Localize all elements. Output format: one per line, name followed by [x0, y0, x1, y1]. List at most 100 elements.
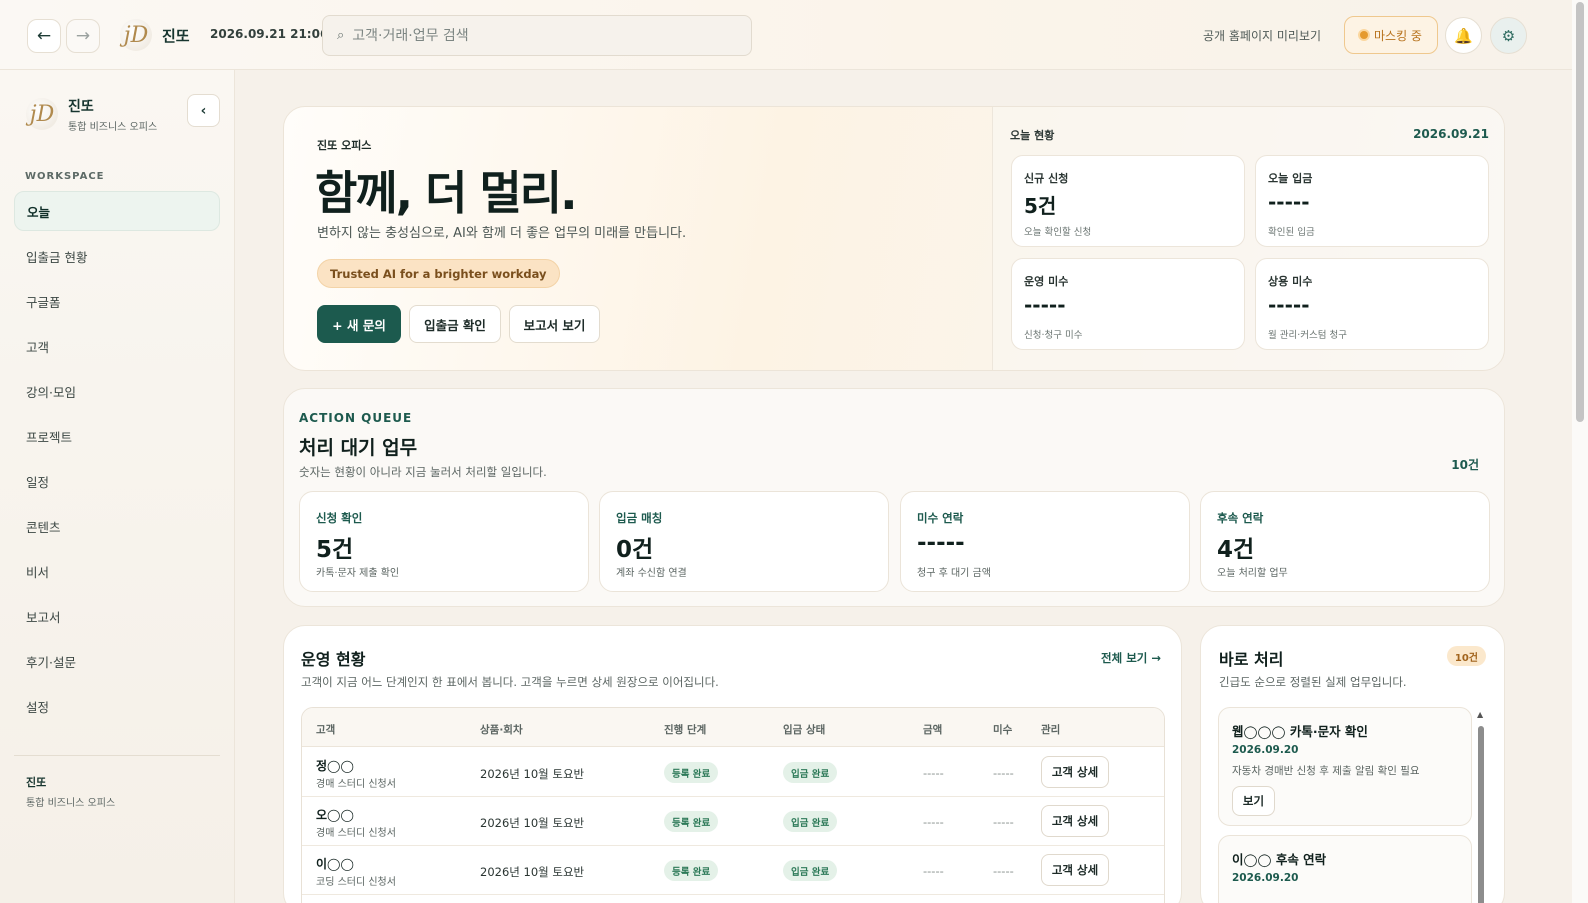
sidebar-item-label: 강의·모임: [26, 384, 76, 400]
payment-status-badge: 입금 완료: [783, 860, 838, 881]
hero-description: 변하지 않는 충성심으로, AI와 함께 더 좋은 업무의 미래를 만듭니다.: [317, 226, 687, 241]
notifications-button[interactable]: 🔔: [1445, 17, 1482, 54]
hero-tagline-badge: Trusted AI for a brighter workday: [317, 259, 560, 288]
sidebar-item-customers[interactable]: 고객: [14, 326, 220, 366]
stat-card-today-deposit[interactable]: 오늘 입금 ----- 확인된 입금: [1255, 155, 1489, 247]
quick-actions-count-badge: 10건: [1446, 646, 1486, 666]
search-input[interactable]: [352, 27, 723, 44]
queue-card-follow-up[interactable]: 후속 연락 4건 오늘 처리할 업무: [1200, 491, 1490, 592]
customer-name[interactable]: 정◯◯: [316, 757, 354, 774]
page-scrollbar-thumb[interactable]: [1576, 2, 1584, 422]
forward-button[interactable]: →: [66, 19, 100, 53]
view-all-link[interactable]: 전체 보기 →: [1101, 650, 1161, 666]
queue-card-title: 신청 확인: [316, 511, 363, 525]
top-bar: ← → jD 진또 2026.09.21 21:06 ⌕ 공개 홈페이지 미리보…: [0, 0, 1572, 70]
queue-card-deposit-matching[interactable]: 입금 매칭 0건 계좌 수신함 연결: [599, 491, 889, 592]
sidebar-item-assistant[interactable]: 비서: [14, 551, 220, 591]
stat-title: 운영 미수: [1024, 275, 1069, 288]
bell-icon: 🔔: [1454, 26, 1473, 45]
settings-button[interactable]: ⚙: [1490, 17, 1527, 54]
sidebar-item-contents[interactable]: 콘텐츠: [14, 506, 220, 546]
operations-table: 고객 상품·회차 진행 단계 입금 상태 금액 미수 관리 정◯◯ 경매 스터디…: [301, 707, 1165, 903]
task-date: 2026.09.20: [1232, 872, 1299, 884]
stat-subtitle: 신청·청구 미수: [1024, 330, 1083, 341]
column-header: 관리: [1041, 724, 1061, 736]
sidebar-item-google-forms[interactable]: 구글폼: [14, 281, 220, 321]
task-card[interactable]: 웹◯◯◯ 카톡·문자 확인 2026.09.20 자동차 경매반 신청 후 제출…: [1218, 707, 1472, 826]
queue-card-value: 4건: [1217, 537, 1255, 563]
sidebar-item-label: 프로젝트: [26, 429, 73, 445]
workspace-section-label: WORKSPACE: [25, 171, 105, 182]
sidebar-item-projects[interactable]: 프로젝트: [14, 416, 220, 456]
quick-actions-scrollbar-thumb[interactable]: [1478, 726, 1484, 903]
task-view-button[interactable]: 보기: [1232, 786, 1275, 816]
queue-card-application-check[interactable]: 신청 확인 5건 카톡·문자 제출 확인: [299, 491, 589, 592]
stat-card-operating-unpaid[interactable]: 운영 미수 ----- 신청·청구 미수: [1011, 258, 1245, 350]
stat-value: -----: [1024, 293, 1066, 317]
back-button[interactable]: ←: [27, 19, 61, 53]
table-row[interactable]: 오◯◯ 경매 스터디 신청서 2026년 10월 토요반 등록 완료 입금 완료…: [302, 797, 1164, 846]
task-description: 자동차 경매반 신청 후 제출 알림 확인 필요: [1232, 765, 1420, 777]
sidebar-footer-name: 진또: [26, 776, 47, 789]
scroll-up-icon[interactable]: ▲: [1477, 710, 1483, 719]
hero-title: 함께, 더 멀리.: [315, 166, 578, 220]
masking-toggle[interactable]: 마스킹 중: [1344, 16, 1438, 54]
today-status-panel: 오늘 현황 2026.09.21 신규 신청 5건 오늘 확인할 신청 오늘 입…: [992, 107, 1504, 370]
sidebar-item-deposits[interactable]: 입출금 현황: [14, 236, 220, 276]
column-header: 입금 상태: [783, 724, 826, 736]
sidebar-divider: [14, 755, 220, 756]
sidebar-item-label: 입출금 현황: [26, 249, 88, 265]
search-box[interactable]: ⌕: [322, 15, 752, 56]
stat-card-commercial-unpaid[interactable]: 상용 미수 ----- 월 관리·커스텀 청구: [1255, 258, 1489, 350]
customer-name[interactable]: 오◯◯: [316, 806, 354, 823]
quick-actions-description: 긴급도 순으로 정렬된 실제 업무입니다.: [1219, 675, 1407, 689]
action-queue-description: 숫자는 현황이 아니라 지금 눌러서 처리할 일입니다.: [299, 465, 547, 479]
table-row[interactable]: 정◯◯ 경매 스터디 신청서 2026년 10월 토요반 등록 완료 입금 완료…: [302, 748, 1164, 797]
view-report-button[interactable]: 보고서 보기: [509, 305, 600, 343]
customer-detail-button[interactable]: 고객 상세: [1041, 805, 1109, 837]
today-status-date: 2026.09.21: [1413, 127, 1489, 141]
sidebar-item-label: 비서: [26, 564, 50, 580]
sidebar-item-settings[interactable]: 설정: [14, 686, 220, 726]
queue-card-value: -----: [917, 530, 965, 556]
logo[interactable]: jD: [120, 19, 152, 51]
sidebar-item-reviews[interactable]: 후기·설문: [14, 641, 220, 681]
sidebar-item-lectures[interactable]: 강의·모임: [14, 371, 220, 411]
action-queue-count: 10건: [1451, 458, 1479, 472]
brand-name: 진또: [162, 27, 190, 45]
new-inquiry-button[interactable]: + 새 문의: [317, 305, 401, 343]
queue-card-subtitle: 오늘 처리할 업무: [1217, 568, 1288, 579]
column-header: 고객: [316, 724, 336, 736]
quick-actions-scrollbar[interactable]: ▲: [1477, 710, 1485, 903]
gear-icon: ⚙: [1501, 26, 1516, 45]
stat-subtitle: 월 관리·커스텀 청구: [1268, 330, 1347, 341]
sidebar-item-schedule[interactable]: 일정: [14, 461, 220, 501]
customer-detail-button[interactable]: 고객 상세: [1041, 854, 1109, 886]
customer-name[interactable]: 이◯◯: [316, 855, 354, 872]
hero-card: 진또 오피스 함께, 더 멀리. 변하지 않는 충성심으로, AI와 함께 더 …: [283, 106, 1505, 371]
page-scrollbar[interactable]: [1572, 0, 1588, 903]
customer-detail-button[interactable]: 고객 상세: [1041, 756, 1109, 788]
product-round: 2026년 10월 토요반: [480, 865, 585, 879]
queue-card-subtitle: 카톡·문자 제출 확인: [316, 568, 400, 579]
stat-card-new-applications[interactable]: 신규 신청 5건 오늘 확인할 신청: [1011, 155, 1245, 247]
stage-badge: 등록 완료: [664, 860, 719, 881]
queue-card-unpaid-contact[interactable]: 미수 연락 ----- 청구 후 대기 금액: [900, 491, 1190, 592]
public-homepage-preview-link[interactable]: 공개 홈페이지 미리보기: [1203, 27, 1321, 44]
collapse-sidebar-button[interactable]: ‹: [187, 94, 220, 127]
column-header: 금액: [923, 724, 943, 736]
stat-subtitle: 오늘 확인할 신청: [1024, 227, 1092, 238]
chevron-left-icon: ‹: [200, 102, 207, 119]
table-row[interactable]: 이◯◯ 코딩 스터디 신청서 2026년 10월 토요반 등록 완료 입금 완료…: [302, 846, 1164, 895]
arrow-left-icon: ←: [36, 26, 52, 46]
sidebar-item-today[interactable]: 오늘: [14, 191, 220, 231]
sidebar-item-reports[interactable]: 보고서: [14, 596, 220, 636]
amount: -----: [923, 766, 944, 780]
sidebar-item-label: 오늘: [27, 204, 51, 220]
operations-status: 운영 현황 고객이 지금 어느 단계인지 한 표에서 봅니다. 고객을 누르면 …: [283, 625, 1182, 903]
check-deposit-button[interactable]: 입출금 확인: [409, 305, 501, 343]
task-card[interactable]: 이◯◯ 후속 연락 2026.09.20: [1218, 835, 1472, 903]
stat-value: 5건: [1024, 194, 1057, 218]
unpaid-amount: -----: [993, 766, 1014, 780]
column-header: 상품·회차: [480, 724, 523, 736]
